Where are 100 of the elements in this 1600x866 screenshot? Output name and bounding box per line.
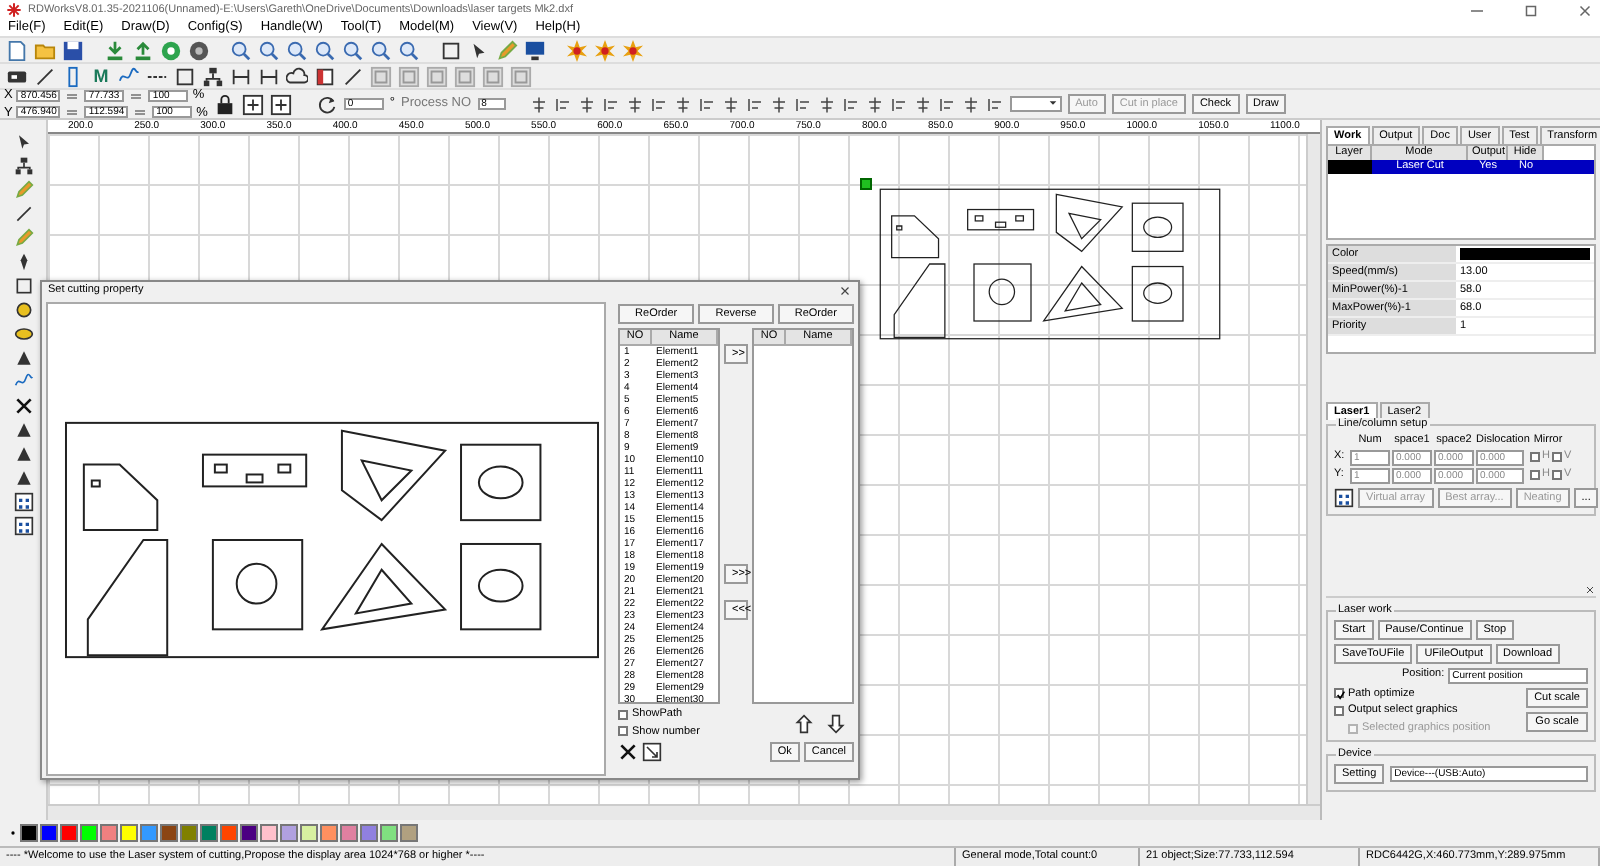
align-tool-icon[interactable]	[937, 95, 956, 113]
zoom-icon[interactable]	[314, 39, 336, 61]
unit-icon[interactable]	[64, 106, 81, 119]
zoom-icon[interactable]	[398, 39, 420, 61]
lock-icon[interactable]	[213, 93, 236, 115]
node-icon[interactable]	[13, 156, 33, 176]
import-icon[interactable]	[104, 39, 126, 61]
star-burst-icon[interactable]	[566, 39, 588, 61]
align-tool-icon[interactable]	[793, 95, 812, 113]
save-icon[interactable]	[62, 39, 84, 61]
color-swatch[interactable]	[280, 824, 298, 842]
h-shape-icon[interactable]	[230, 65, 252, 87]
color-swatch[interactable]	[60, 824, 78, 842]
star-burst-icon[interactable]	[622, 39, 644, 61]
array-icon[interactable]	[13, 492, 33, 512]
align-tool-icon[interactable]	[889, 95, 908, 113]
color-swatch[interactable]	[220, 824, 238, 842]
align-tool-icon[interactable]	[961, 95, 980, 113]
cursor-icon[interactable]	[13, 132, 33, 152]
color-swatch[interactable]	[260, 824, 278, 842]
align-tool-icon[interactable]	[577, 95, 596, 113]
rotate-icon[interactable]	[315, 93, 338, 115]
array-icon[interactable]	[1334, 487, 1354, 508]
zoom-icon[interactable]	[342, 39, 364, 61]
triangle-icon[interactable]	[13, 348, 33, 368]
align-tool-icon[interactable]	[865, 95, 884, 113]
page-icon[interactable]	[314, 65, 336, 87]
monitor-icon[interactable]	[524, 39, 546, 61]
unit-icon[interactable]	[132, 106, 149, 119]
line-icon[interactable]	[34, 65, 56, 87]
color-swatch[interactable]	[160, 824, 178, 842]
export-icon[interactable]	[132, 39, 154, 61]
color-swatch[interactable]	[360, 824, 378, 842]
zoom-icon[interactable]	[258, 39, 280, 61]
zoom-icon[interactable]	[370, 39, 392, 61]
array-icon[interactable]	[13, 516, 33, 536]
selection-handle[interactable]	[860, 178, 872, 190]
h-shape-icon[interactable]	[258, 65, 280, 87]
align-tool-icon[interactable]	[913, 95, 932, 113]
close-icon[interactable]	[838, 284, 852, 298]
align-tool-icon[interactable]	[745, 95, 764, 113]
color-swatch[interactable]	[180, 824, 198, 842]
color-swatch[interactable]	[300, 824, 318, 842]
ellipse-icon[interactable]	[13, 324, 33, 344]
color-swatch[interactable]	[400, 824, 418, 842]
arrow-up-icon[interactable]	[794, 713, 814, 734]
mirror-checkbox[interactable]	[1551, 470, 1562, 481]
align-tool-icon[interactable]	[553, 95, 572, 113]
color-swatch[interactable]	[120, 824, 138, 842]
text-tool-letter[interactable]: M	[90, 65, 112, 87]
zoom-icon[interactable]	[286, 39, 308, 61]
color-swatch[interactable]	[200, 824, 218, 842]
vertical-scrollbar[interactable]	[1306, 134, 1320, 804]
rectangle-icon[interactable]	[13, 276, 33, 296]
align-tool-icon[interactable]	[697, 95, 716, 113]
align-tool-icon[interactable]	[841, 95, 860, 113]
vertical-rectangle-icon[interactable]	[62, 65, 84, 87]
align-tool-icon[interactable]	[985, 95, 1004, 113]
curve-icon[interactable]	[118, 65, 140, 87]
color-swatch[interactable]	[20, 824, 38, 842]
square-tool-icon[interactable]	[398, 65, 420, 87]
unit-icon[interactable]	[64, 89, 81, 102]
align-tool-icon[interactable]	[817, 95, 836, 113]
arrow-down-icon[interactable]	[826, 713, 846, 734]
maximize-icon[interactable]	[1522, 1, 1540, 19]
select-icon[interactable]	[642, 742, 662, 763]
color-swatch[interactable]	[240, 824, 258, 842]
color-swatch[interactable]	[320, 824, 338, 842]
disc-icon[interactable]	[188, 39, 210, 61]
align-icon[interactable]	[241, 93, 264, 115]
circle-icon[interactable]	[13, 300, 33, 320]
delete-icon[interactable]	[618, 742, 638, 763]
close-icon[interactable]	[1576, 1, 1594, 19]
align-tool-icon[interactable]	[601, 95, 620, 113]
align-tool-icon[interactable]	[529, 95, 548, 113]
dropdown-arrow-icon[interactable]	[1047, 98, 1058, 108]
color-swatch[interactable]	[380, 824, 398, 842]
color-swatch[interactable]	[340, 824, 358, 842]
horizontal-scrollbar[interactable]	[48, 804, 1320, 820]
align-tool-icon[interactable]	[721, 95, 740, 113]
color-swatch[interactable]	[100, 824, 118, 842]
mirror-checkbox[interactable]	[1551, 452, 1562, 463]
mirror-checkbox[interactable]	[1530, 452, 1540, 463]
node-icon[interactable]	[202, 65, 224, 87]
cloud-icon[interactable]	[286, 65, 308, 87]
align-tool-icon[interactable]	[769, 95, 788, 113]
checkbox[interactable]	[618, 709, 628, 720]
zoom-icon[interactable]	[230, 39, 252, 61]
color-swatch[interactable]	[140, 824, 158, 842]
color-swatch[interactable]	[40, 824, 58, 842]
checkbox[interactable]	[618, 726, 628, 737]
checkbox[interactable]	[1334, 688, 1344, 699]
color-swatch[interactable]	[1460, 248, 1590, 260]
align-tool-icon[interactable]	[625, 95, 644, 113]
close-icon[interactable]	[1584, 583, 1596, 596]
align-icon[interactable]	[269, 93, 292, 115]
align-tool-icon[interactable]	[673, 95, 692, 113]
color-swatch[interactable]	[80, 824, 98, 842]
unit-icon[interactable]	[128, 89, 145, 102]
close-x-icon[interactable]	[13, 396, 33, 416]
